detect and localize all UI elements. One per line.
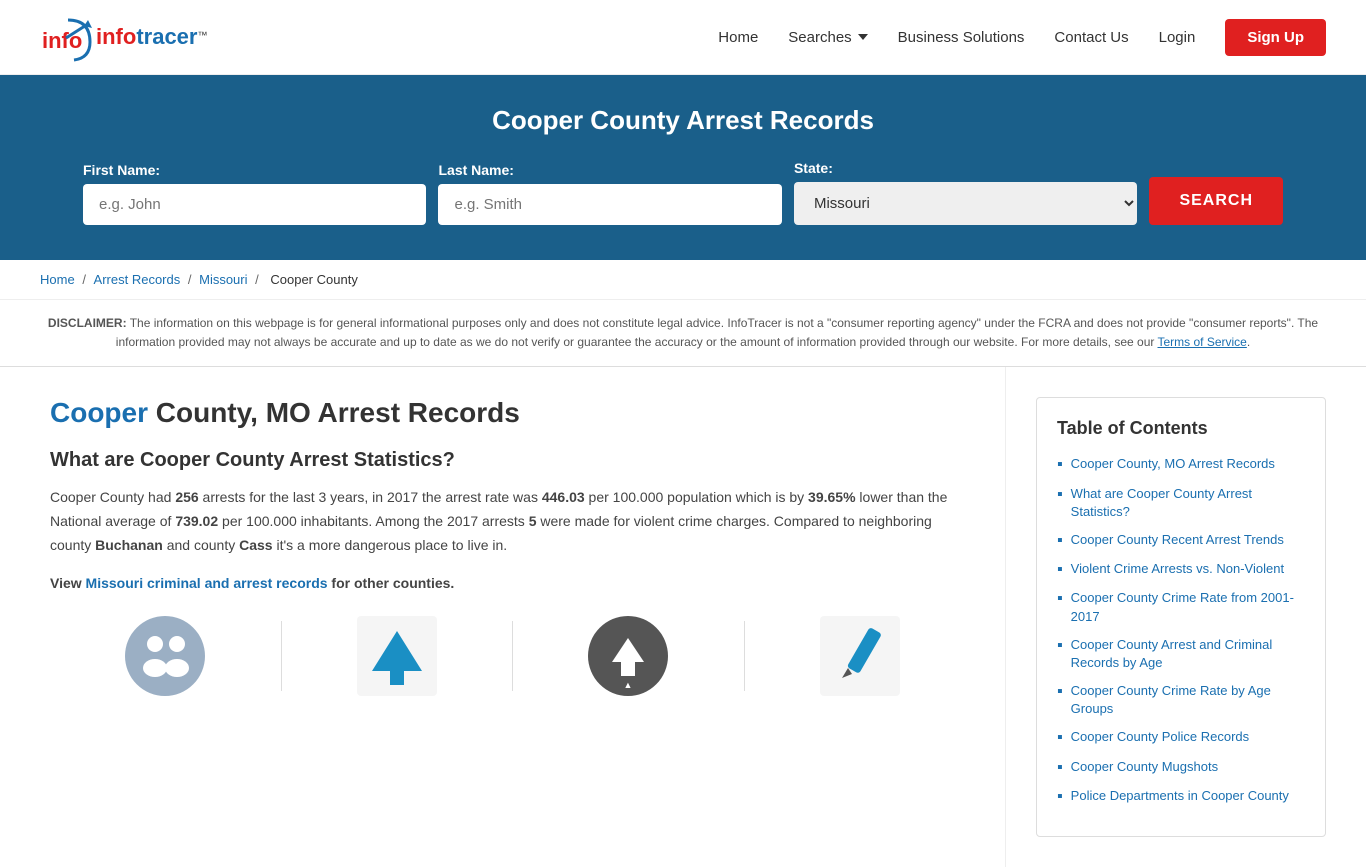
breadcrumb-current: Cooper County bbox=[270, 272, 357, 287]
breadcrumb-sep2: / bbox=[188, 272, 195, 287]
toc-item: ▪ What are Cooper County Arrest Statistic… bbox=[1057, 485, 1305, 521]
logo-tracer: tracer bbox=[136, 24, 197, 49]
breadcrumb-home[interactable]: Home bbox=[40, 272, 75, 287]
first-name-label: First Name: bbox=[83, 162, 426, 178]
disclaimer-label: DISCLAIMER: bbox=[48, 316, 127, 330]
icon-item-4 bbox=[745, 616, 976, 696]
toc-bullet: ▪ bbox=[1057, 560, 1063, 579]
toc-bullet: ▪ bbox=[1057, 787, 1063, 806]
header: info infotracer™ Home Searches Business … bbox=[0, 0, 1366, 75]
nav-contact-us[interactable]: Contact Us bbox=[1054, 29, 1128, 46]
last-name-group: Last Name: bbox=[438, 162, 781, 225]
disclaimer-bar: DISCLAIMER: The information on this webp… bbox=[0, 300, 1366, 367]
search-button[interactable]: SEARCH bbox=[1149, 177, 1283, 225]
arrow-up-icon bbox=[357, 616, 437, 696]
toc-item: ▪ Police Departments in Cooper County bbox=[1057, 787, 1305, 806]
toc-bullet: ▪ bbox=[1057, 455, 1063, 474]
icon-item-1 bbox=[50, 616, 281, 696]
article-heading-highlight: Cooper bbox=[50, 397, 148, 428]
state-select[interactable]: Missouri Alabama Alaska Arizona Arkansas… bbox=[794, 182, 1137, 225]
icon-row: ▲ bbox=[50, 616, 975, 696]
breadcrumb-sep3: / bbox=[255, 272, 262, 287]
breadcrumb-missouri[interactable]: Missouri bbox=[199, 272, 247, 287]
login-button[interactable]: Login bbox=[1159, 29, 1196, 46]
logo-info: info bbox=[96, 24, 136, 49]
logo: info infotracer™ bbox=[40, 10, 207, 64]
sidebar-toc: Table of Contents ▪ Cooper County, MO Arr… bbox=[1006, 367, 1326, 867]
article: Cooper County, MO Arrest Records What ar… bbox=[40, 367, 1006, 867]
search-form: First Name: Last Name: State: Missouri A… bbox=[83, 160, 1283, 225]
toc-item: ▪ Cooper County, MO Arrest Records bbox=[1057, 455, 1305, 474]
first-name-input[interactable] bbox=[83, 184, 426, 225]
toc-item: ▪ Cooper County Arrest and Criminal Recor… bbox=[1057, 636, 1305, 672]
nav-searches[interactable]: Searches bbox=[788, 29, 867, 46]
breadcrumb-sep1: / bbox=[82, 272, 89, 287]
toc-item: ▪ Cooper County Mugshots bbox=[1057, 758, 1305, 777]
state-group: State: Missouri Alabama Alaska Arizona A… bbox=[794, 160, 1137, 225]
icon-item-3: ▲ bbox=[513, 616, 744, 696]
hero-section: Cooper County Arrest Records First Name:… bbox=[0, 75, 1366, 260]
toc-bullet: ▪ bbox=[1057, 589, 1063, 608]
toc-box: Table of Contents ▪ Cooper County, MO Arr… bbox=[1036, 397, 1326, 837]
toc-link-0[interactable]: Cooper County, MO Arrest Records bbox=[1071, 455, 1275, 473]
toc-bullet: ▪ bbox=[1057, 531, 1063, 550]
toc-bullet: ▪ bbox=[1057, 485, 1063, 504]
toc-title: Table of Contents bbox=[1057, 418, 1305, 439]
toc-link-7[interactable]: Cooper County Police Records bbox=[1071, 728, 1249, 746]
toc-bullet: ▪ bbox=[1057, 758, 1063, 777]
article-stats-heading: What are Cooper County Arrest Statistics… bbox=[50, 449, 975, 472]
page-title: Cooper County Arrest Records bbox=[40, 105, 1326, 136]
breadcrumb-arrest-records[interactable]: Arrest Records bbox=[94, 272, 181, 287]
toc-item: ▪ Cooper County Crime Rate from 2001-2017 bbox=[1057, 589, 1305, 625]
main-nav: Home Searches Business Solutions Contact… bbox=[718, 19, 1326, 56]
article-heading: Cooper County, MO Arrest Records bbox=[50, 397, 975, 429]
article-view-paragraph: View Missouri criminal and arrest record… bbox=[50, 572, 975, 596]
toc-item: ▪ Cooper County Crime Rate by Age Groups bbox=[1057, 682, 1305, 718]
scroll-up-icon: ▲ bbox=[588, 616, 668, 696]
logo-tm: ™ bbox=[197, 30, 207, 41]
toc-bullet: ▪ bbox=[1057, 728, 1063, 747]
first-name-group: First Name: bbox=[83, 162, 426, 225]
pencil-icon bbox=[820, 616, 900, 696]
toc-link-8[interactable]: Cooper County Mugshots bbox=[1071, 758, 1218, 776]
toc-item: ▪ Violent Crime Arrests vs. Non-Violent bbox=[1057, 560, 1305, 579]
toc-link-6[interactable]: Cooper County Crime Rate by Age Groups bbox=[1071, 682, 1305, 718]
article-heading-rest: County, MO Arrest Records bbox=[148, 397, 520, 428]
main-content: Cooper County, MO Arrest Records What ar… bbox=[0, 367, 1366, 867]
toc-link-3[interactable]: Violent Crime Arrests vs. Non-Violent bbox=[1071, 560, 1284, 578]
terms-of-service-link[interactable]: Terms of Service bbox=[1158, 335, 1247, 349]
toc-item: ▪ Cooper County Recent Arrest Trends bbox=[1057, 531, 1305, 550]
last-name-label: Last Name: bbox=[438, 162, 781, 178]
logo-icon: info bbox=[40, 10, 94, 64]
toc-list: ▪ Cooper County, MO Arrest Records ▪ What a… bbox=[1057, 455, 1305, 806]
nav-business-solutions[interactable]: Business Solutions bbox=[898, 29, 1025, 46]
missouri-records-link[interactable]: Missouri criminal and arrest records bbox=[86, 575, 328, 591]
people-icon bbox=[125, 616, 205, 696]
state-label: State: bbox=[794, 160, 1137, 176]
breadcrumb: Home / Arrest Records / Missouri / Coope… bbox=[0, 260, 1366, 300]
chevron-down-icon bbox=[858, 34, 868, 40]
nav-home[interactable]: Home bbox=[718, 29, 758, 46]
signup-button[interactable]: Sign Up bbox=[1225, 19, 1326, 56]
toc-link-5[interactable]: Cooper County Arrest and Criminal Record… bbox=[1071, 636, 1305, 672]
toc-bullet: ▪ bbox=[1057, 636, 1063, 655]
article-stats-paragraph: Cooper County had 256 arrests for the la… bbox=[50, 486, 975, 557]
last-name-input[interactable] bbox=[438, 184, 781, 225]
icon-item-2 bbox=[282, 616, 513, 696]
toc-bullet: ▪ bbox=[1057, 682, 1063, 701]
toc-link-4[interactable]: Cooper County Crime Rate from 2001-2017 bbox=[1071, 589, 1305, 625]
toc-link-9[interactable]: Police Departments in Cooper County bbox=[1071, 787, 1289, 805]
toc-link-2[interactable]: Cooper County Recent Arrest Trends bbox=[1071, 531, 1284, 549]
svg-text:▲: ▲ bbox=[624, 680, 633, 690]
toc-item: ▪ Cooper County Police Records bbox=[1057, 728, 1305, 747]
toc-link-1[interactable]: What are Cooper County Arrest Statistics… bbox=[1071, 485, 1305, 521]
disclaimer-text: The information on this webpage is for g… bbox=[116, 316, 1318, 349]
